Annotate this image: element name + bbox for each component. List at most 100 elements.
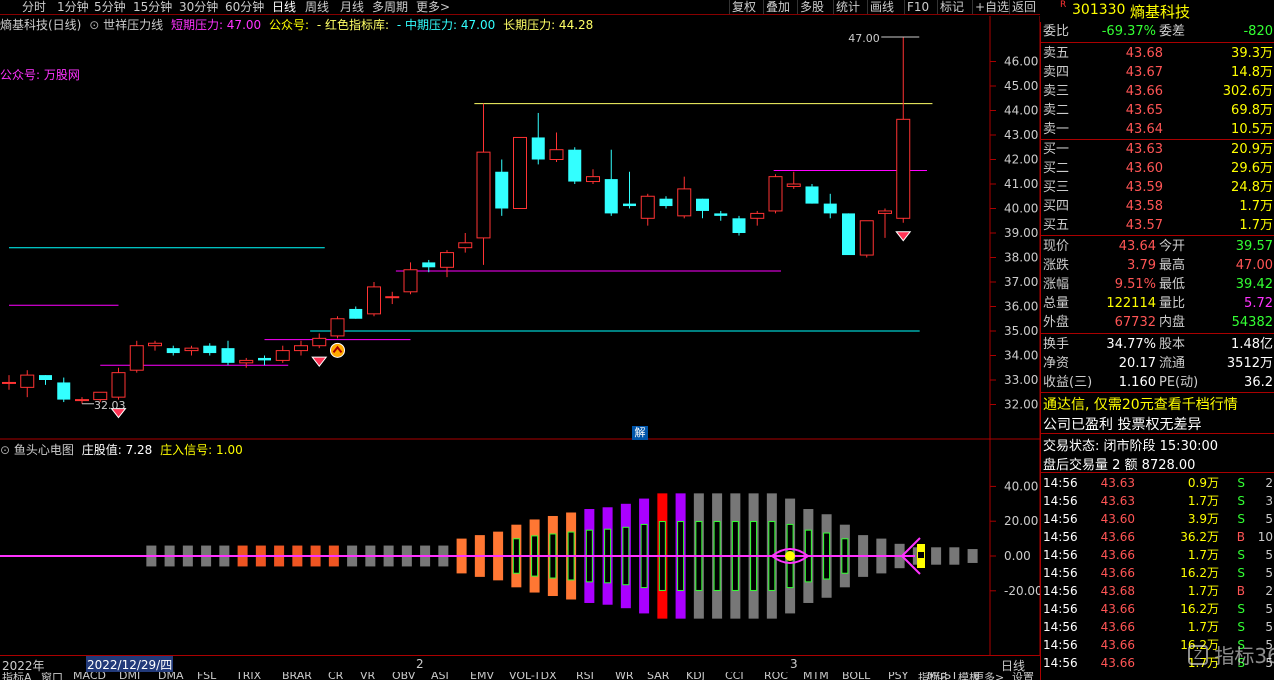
indicator-tab[interactable]: RSI — [576, 672, 594, 680]
candle — [659, 196, 673, 209]
toolbar-button[interactable]: 复权 — [729, 0, 756, 14]
candle — [111, 367, 126, 400]
indicator-tab[interactable]: DMI — [119, 672, 140, 680]
stat-label: 最低 — [1159, 277, 1186, 292]
indicator-name[interactable]: 世祥压力线 — [103, 18, 163, 32]
tick-price: 43.63 — [1100, 494, 1135, 508]
indicator-tab[interactable]: OBV — [392, 672, 415, 680]
indicator-tab[interactable]: VR — [360, 672, 375, 680]
indicator-tab[interactable]: MTM — [803, 672, 829, 680]
indicator-tab-b[interactable]: 指标B — [918, 672, 948, 680]
tick-count: 10 — [1257, 530, 1273, 544]
price-tick-label: 34.00 — [1004, 349, 1038, 363]
toolbar-button[interactable]: 标记 — [937, 0, 964, 14]
tick-volume: 1.7万 — [1187, 494, 1219, 508]
tick-volume: 36.2万 — [1180, 530, 1219, 544]
stat-row: 涨跌 3.79 最高 47.00 — [1041, 256, 1274, 275]
bid-row: 买五 43.57 1.7万 — [1041, 216, 1274, 235]
indicator-tab[interactable]: 设置 — [1012, 672, 1034, 680]
bid-volume: 29.6万 — [1231, 161, 1273, 176]
sub-tick-label: -20.00 — [1004, 584, 1040, 598]
ask-volume: 69.8万 — [1231, 103, 1273, 118]
candle — [330, 316, 345, 339]
template-tab[interactable]: 模板 — [958, 672, 980, 680]
indicator-tab[interactable]: BOLL — [842, 672, 870, 680]
candle — [878, 208, 892, 238]
candle — [531, 112, 545, 165]
settings-dot-icon[interactable]: ⊙ — [89, 18, 99, 32]
ask-price: 43.68 — [1125, 46, 1163, 61]
tick-time: 14:56 — [1043, 620, 1078, 634]
indicator-tab[interactable]: SAR — [647, 672, 669, 680]
candle — [750, 210, 765, 226]
price-tick-label: 40.00 — [1004, 202, 1038, 216]
ask-label: 卖一 — [1043, 122, 1070, 137]
period-tab[interactable]: 15分钟 — [133, 0, 172, 14]
indicator-tab[interactable]: FSL — [197, 672, 216, 680]
quote-panel: 委比 -69.37% 委差 -820 卖五 43.68 39.3万 卖四 43.67 14.8万卖… — [1040, 22, 1274, 680]
tick-time: 14:56 — [1043, 494, 1078, 508]
ask-price: 43.66 — [1125, 84, 1163, 99]
tick-side: S — [1237, 602, 1245, 616]
period-tab[interactable]: 30分钟 — [179, 0, 218, 14]
candle — [221, 340, 235, 366]
toolbar-button[interactable]: 返回 — [1009, 0, 1036, 14]
indicator-tab[interactable]: KDJ — [686, 672, 705, 680]
tick-row: 14:56 43.66 16.2万 S 5 — [1041, 564, 1274, 582]
period-tab[interactable]: 分时 — [22, 0, 46, 14]
stat-value: 34.77% — [1106, 337, 1156, 352]
indicator-tab[interactable]: CCI — [725, 672, 744, 680]
toolbar-button[interactable]: 叠加 — [763, 0, 790, 14]
indicator-tab[interactable]: VOL-TDX — [509, 672, 557, 680]
settings-dot-icon[interactable]: ⊙ — [0, 443, 10, 457]
period-tab[interactable]: 5分钟 — [94, 0, 126, 14]
indicator-tab[interactable]: ROC — [764, 672, 788, 680]
toolbar-button[interactable]: 多股 — [797, 0, 824, 14]
tick-time: 14:56 — [1043, 638, 1078, 652]
candle — [440, 250, 454, 278]
tick-time: 14:56 — [1043, 548, 1078, 562]
indicator-tab[interactable]: ASI — [431, 672, 449, 680]
indicator-tab[interactable]: EMV — [470, 672, 494, 680]
indicator-tab[interactable]: 指标A — [2, 672, 32, 680]
toolbar-button[interactable]: 画线 — [867, 0, 894, 14]
toolbar-button[interactable]: 统计 — [833, 0, 860, 14]
ask-row: 卖三 43.66 302.6万 — [1041, 82, 1274, 101]
indicator-tab[interactable]: MACD — [73, 672, 106, 680]
toolbar-button[interactable]: F10 — [904, 0, 929, 14]
jie-marker[interactable]: 解 — [632, 426, 648, 440]
ask-label: 卖三 — [1043, 84, 1070, 99]
period-tab[interactable]: 更多> — [416, 0, 450, 14]
sub-chart-title[interactable]: 鱼头心电图 — [14, 443, 74, 457]
indicator-tab[interactable]: DMA — [158, 672, 184, 680]
indicator-tab[interactable]: WR — [615, 672, 634, 680]
indicator-tab[interactable]: 窗口 — [41, 672, 63, 680]
candle — [568, 147, 582, 184]
candle — [476, 103, 491, 265]
period-tab[interactable]: 月线 — [340, 0, 364, 14]
period-tab[interactable]: 周线 — [305, 0, 329, 14]
period-tab[interactable]: 60分钟 — [225, 0, 264, 14]
candle — [258, 355, 271, 366]
stat-label: 流通 — [1159, 356, 1186, 371]
candle — [367, 282, 381, 317]
low-price-label: 32.03 — [94, 399, 126, 412]
red-lib-label: - 红色指标库: — [316, 18, 390, 32]
indicator-tab[interactable]: CR — [328, 672, 343, 680]
period-tab[interactable]: 多周期 — [372, 0, 408, 14]
tick-price: 43.60 — [1100, 512, 1135, 526]
indicator-tab[interactable]: TRIX — [236, 672, 261, 680]
candle — [696, 198, 709, 219]
tick-row: 14:56 43.66 36.2万 B 10 — [1041, 528, 1274, 546]
period-tab[interactable]: 日线 — [272, 0, 296, 14]
indicator-tab[interactable]: BRAR — [282, 672, 312, 680]
indicator-tab[interactable]: PSY — [888, 672, 908, 680]
stat-label: 收益(三) — [1043, 375, 1093, 390]
promo-banner[interactable]: 通达信, 仅需20元查看千档行情 — [1043, 394, 1238, 414]
stat-value: 43.64 — [1118, 239, 1156, 254]
ask-label: 卖二 — [1043, 103, 1070, 118]
sub-tick-label: 40.00 — [1004, 479, 1038, 493]
tick-count: 3 — [1265, 494, 1273, 508]
period-tab[interactable]: 1分钟 — [57, 0, 89, 14]
toolbar-button[interactable]: +自选 — [972, 0, 1009, 14]
